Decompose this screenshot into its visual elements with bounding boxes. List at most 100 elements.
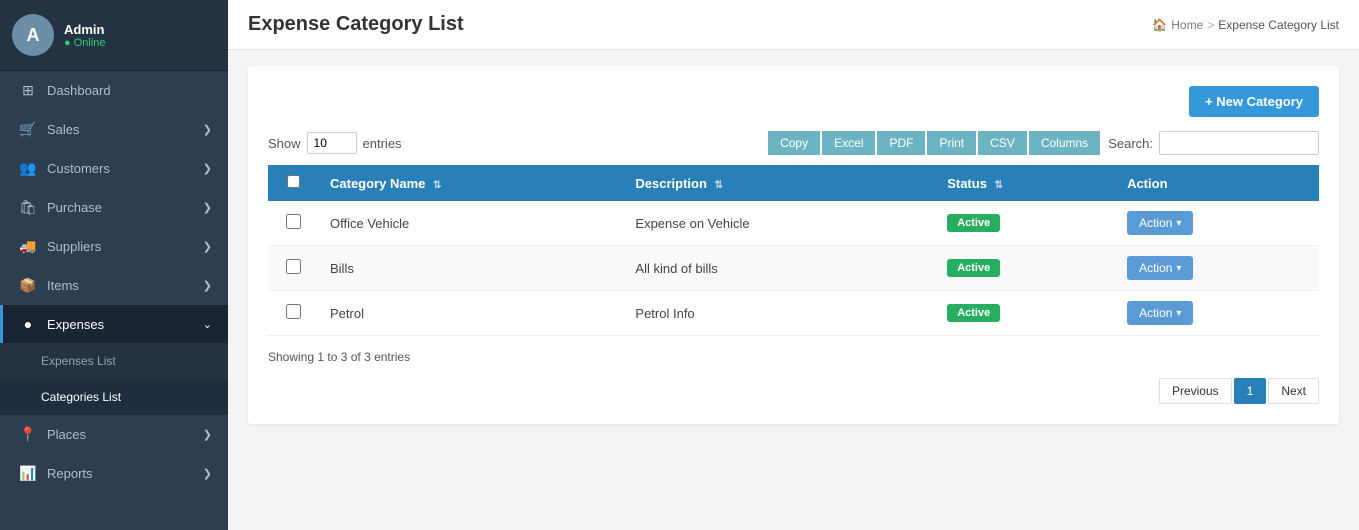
admin-name: Admin <box>64 22 106 37</box>
suppliers-icon: 🚚 <box>19 238 37 255</box>
action-cell: Action ▾ <box>1115 291 1319 336</box>
sidebar-item-reports[interactable]: 📊 Reports ❯ <box>0 454 228 493</box>
previous-page-button[interactable]: Previous <box>1159 378 1232 404</box>
sidebar-sub-label: Expenses List <box>41 354 116 368</box>
status-badge: Active <box>947 214 1000 232</box>
category-name-cell: Bills <box>318 246 623 291</box>
breadcrumb-separator: > <box>1207 18 1214 32</box>
sidebar-item-items[interactable]: 📦 Items ❯ <box>0 266 228 305</box>
pdf-button[interactable]: PDF <box>877 131 925 155</box>
csv-button[interactable]: CSV <box>978 131 1027 155</box>
toolbar-row: + New Category <box>268 86 1319 117</box>
description-cell: Expense on Vehicle <box>623 201 935 246</box>
header-status[interactable]: Status ⇅ <box>935 165 1115 201</box>
main-content: Expense Category List 🏠 Home > Expense C… <box>228 0 1359 530</box>
print-button[interactable]: Print <box>927 131 976 155</box>
dropdown-arrow-icon: ▾ <box>1176 263 1181 274</box>
description-cell: Petrol Info <box>623 291 935 336</box>
action-cell: Action ▾ <box>1115 246 1319 291</box>
topbar: Expense Category List 🏠 Home > Expense C… <box>228 0 1359 50</box>
sidebar-nav: ⊞ Dashboard 🛒 Sales ❯ 👥 Customers ❯ 🛍 Pu… <box>0 71 228 530</box>
table-row: Bills All kind of bills Active Action ▾ <box>268 246 1319 291</box>
copy-button[interactable]: Copy <box>768 131 820 155</box>
chevron-down-icon: ❯ <box>203 162 212 175</box>
status-cell: Active <box>935 246 1115 291</box>
next-page-button[interactable]: Next <box>1268 378 1319 404</box>
description-cell: All kind of bills <box>623 246 935 291</box>
sidebar-item-label: Suppliers <box>47 239 101 254</box>
chevron-down-icon: ❯ <box>203 428 212 441</box>
home-icon: 🏠 <box>1152 18 1167 32</box>
sort-icon: ⇅ <box>433 180 441 191</box>
sidebar-item-dashboard[interactable]: ⊞ Dashboard <box>0 71 228 110</box>
sidebar-item-label: Purchase <box>47 200 102 215</box>
category-name-cell: Petrol <box>318 291 623 336</box>
action-cell: Action ▾ <box>1115 201 1319 246</box>
sidebar-item-label: Dashboard <box>47 83 111 98</box>
chevron-down-icon: ⌄ <box>203 318 212 331</box>
sidebar-sub-label: Categories List <box>41 390 121 404</box>
sidebar-item-label: Sales <box>47 122 80 137</box>
show-entries: Show entries <box>268 132 402 154</box>
action-button[interactable]: Action ▾ <box>1127 211 1193 235</box>
search-input[interactable] <box>1159 131 1319 155</box>
row-checkbox[interactable] <box>286 259 301 274</box>
items-icon: 📦 <box>19 277 37 294</box>
sort-icon: ⇅ <box>715 180 723 191</box>
header-checkbox <box>268 165 318 201</box>
action-button[interactable]: Action ▾ <box>1127 256 1193 280</box>
page-title: Expense Category List <box>248 13 464 36</box>
purchase-icon: 🛍 <box>19 199 37 216</box>
select-all-checkbox[interactable] <box>287 175 300 188</box>
chevron-down-icon: ❯ <box>203 123 212 136</box>
chevron-down-icon: ❯ <box>203 201 212 214</box>
excel-button[interactable]: Excel <box>822 131 875 155</box>
header-description[interactable]: Description ⇅ <box>623 165 935 201</box>
sidebar-item-label: Customers <box>47 161 110 176</box>
places-icon: 📍 <box>19 426 37 443</box>
reports-icon: 📊 <box>19 465 37 482</box>
row-checkbox[interactable] <box>286 214 301 229</box>
sidebar-item-expenses-list[interactable]: Expenses List <box>0 343 228 379</box>
breadcrumb: 🏠 Home > Expense Category List <box>1152 18 1339 32</box>
sidebar-item-customers[interactable]: 👥 Customers ❯ <box>0 149 228 188</box>
columns-button[interactable]: Columns <box>1029 131 1100 155</box>
sidebar-item-label: Reports <box>47 466 93 481</box>
show-entries-input[interactable] <box>307 132 357 154</box>
pagination: Previous 1 Next <box>268 378 1319 404</box>
dashboard-icon: ⊞ <box>19 82 37 99</box>
table-row: Petrol Petrol Info Active Action ▾ <box>268 291 1319 336</box>
status-cell: Active <box>935 201 1115 246</box>
header-category-name[interactable]: Category Name ⇅ <box>318 165 623 201</box>
status-badge: Active <box>947 304 1000 322</box>
entries-label: entries <box>363 136 402 151</box>
row-checkbox[interactable] <box>286 304 301 319</box>
sidebar-item-purchase[interactable]: 🛍 Purchase ❯ <box>0 188 228 227</box>
sidebar-item-suppliers[interactable]: 🚚 Suppliers ❯ <box>0 227 228 266</box>
sidebar-item-label: Expenses <box>47 317 104 332</box>
search-row: Search: <box>1108 131 1319 155</box>
status-badge: Active <box>947 259 1000 277</box>
action-button[interactable]: Action ▾ <box>1127 301 1193 325</box>
export-buttons: Copy Excel PDF Print CSV Columns <box>768 131 1100 155</box>
sidebar-item-expenses[interactable]: ● Expenses ⌄ <box>0 305 228 343</box>
dropdown-arrow-icon: ▾ <box>1176 308 1181 319</box>
sort-icon: ⇅ <box>995 180 1003 191</box>
sales-icon: 🛒 <box>19 121 37 138</box>
main-card: + New Category Show entries Copy Excel P… <box>248 66 1339 424</box>
table-body: Office Vehicle Expense on Vehicle Active… <box>268 201 1319 336</box>
sidebar-item-label: Places <box>47 427 86 442</box>
table-header: Category Name ⇅ Description ⇅ Status ⇅ A… <box>268 165 1319 201</box>
showing-text: Showing 1 to 3 of 3 entries <box>268 350 1319 364</box>
row-checkbox-cell <box>268 201 318 246</box>
breadcrumb-home: Home <box>1171 18 1203 32</box>
sidebar-item-label: Items <box>47 278 79 293</box>
admin-status: Online <box>64 37 106 49</box>
page-1-button[interactable]: 1 <box>1234 378 1267 404</box>
new-category-button[interactable]: + New Category <box>1189 86 1319 117</box>
table-controls: Show entries Copy Excel PDF Print CSV Co… <box>268 131 1319 155</box>
sidebar-item-sales[interactable]: 🛒 Sales ❯ <box>0 110 228 149</box>
breadcrumb-current: Expense Category List <box>1218 18 1339 32</box>
sidebar-item-places[interactable]: 📍 Places ❯ <box>0 415 228 454</box>
sidebar-item-categories-list[interactable]: Categories List <box>0 379 228 415</box>
